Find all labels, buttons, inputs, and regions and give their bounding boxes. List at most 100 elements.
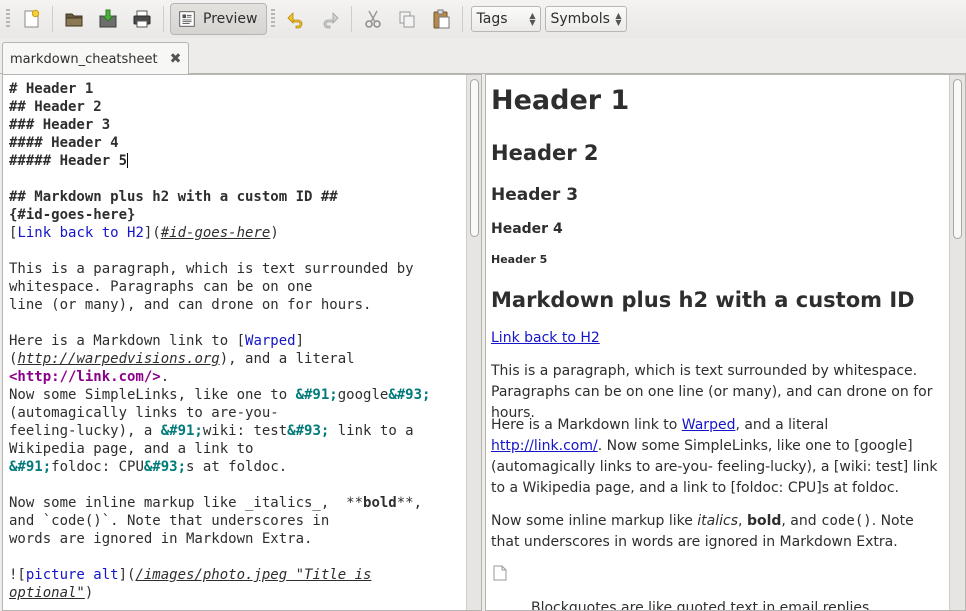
text: , and a literal [735,417,829,433]
new-file-icon [24,9,40,28]
text-caret [127,153,129,168]
code-line: ), and a literal [219,351,355,367]
html-preview-pane: Header 1 Header 2 Header 3 Header 4 Head… [485,74,966,611]
toolbar-grip[interactable] [270,9,275,29]
code-line: ### Header 3 [9,117,111,133]
preview-blockquote: Blockquotes are like quoted text in emai… [531,600,870,611]
code-link-url: #id-goes-here [160,225,271,241]
code-link-text: Warped [245,333,296,349]
save-button[interactable] [91,2,125,36]
code-entity: &#91; [160,423,203,439]
code-literal-link: <http://link.com/> [9,369,161,385]
inline-code: code() [821,513,872,529]
paste-button[interactable] [424,2,458,36]
code-line: wiki: test [202,423,288,439]
code-line: (automagically links to are-you- [9,405,279,421]
code-entity: &#93; [388,387,431,403]
preview-h2: Header 2 [491,141,599,165]
code-link-url: http://warpedvisions.org [17,351,220,367]
code-punct: ) [84,585,94,601]
code-entity: &#93; [143,459,187,475]
preview-h1: Header 1 [491,85,630,116]
code-punct: ) [270,225,279,241]
broken-image-icon [493,565,507,581]
code-line: # Header 1 [9,81,94,97]
cut-button[interactable] [356,2,390,36]
preview-h3: Header 3 [491,185,579,205]
code-line: ## Markdown plus h2 with a custom ID ## [9,189,338,205]
code-line: Now some inline markup like _italics_, *… [9,495,364,511]
text: Now some inline markup like [491,513,698,529]
toolbar-separator [461,6,463,32]
toolbar-separator [350,6,352,32]
code-line: and `code()`. Note that underscores in [9,513,330,529]
code-line: words are ignored in Markdown Extra. [9,531,313,547]
document-preview-icon [179,11,195,27]
code-link-text: Link back to H2 [17,225,144,241]
spin-arrows-icon: ▲ ▼ [615,11,622,27]
undo-button[interactable] [279,2,313,36]
symbols-dropdown-label: Symbols [550,11,610,27]
scissors-icon [364,10,381,28]
preview-h5: Header 5 [491,253,548,266]
preview-h4: Header 4 [491,221,563,237]
symbols-dropdown[interactable]: Symbols ▲ ▼ [544,6,627,32]
text: , [738,513,747,529]
document-tab-bar: markdown_cheatsheet ✖ [0,38,966,75]
code-punct: ]( [143,225,161,241]
close-tab-icon[interactable]: ✖ [170,51,182,67]
literal-link[interactable]: http://link.com/ [491,438,598,454]
preview-scrollbar-thumb[interactable] [953,79,962,239]
back-to-h2-link[interactable]: Link back to H2 [491,330,600,346]
undo-icon [286,12,302,29]
copy-button[interactable] [390,2,424,36]
preview-toggle-button[interactable]: Preview [170,3,267,35]
clipboard-paste-icon [433,9,449,29]
new-file-button[interactable] [14,2,48,36]
code-line: **, [396,495,423,511]
tags-dropdown-label: Tags [476,11,508,27]
spin-arrows-icon: ▲ ▼ [529,11,536,27]
code-entity: &#91; [295,387,338,403]
preview-label: Preview [203,11,258,27]
preview-inline-paragraph: Now some inline markup like italics, bol… [491,511,938,553]
code-line: ## Header 2 [9,99,102,115]
code-line: whitespace. Paragraphs can be on one [9,279,313,295]
code-line: s at foldoc. [186,459,288,475]
code-punct: ]( [118,567,136,583]
editor-scrollbar[interactable] [466,75,481,610]
code-line: google [337,387,389,403]
text: Here is a Markdown link to [491,417,682,433]
redo-button[interactable] [313,2,347,36]
toolbar: Preview Tags ▲ ▼ Symbols ▲ ▼ [0,0,966,38]
tab-markdown-cheatsheet[interactable]: markdown_cheatsheet ✖ [2,42,189,75]
save-download-icon [99,9,117,28]
code-line: line (or many), and can drone on for hou… [9,297,372,313]
code-link-url: optional" [9,585,85,601]
code-entity: &#91; [9,459,52,475]
italic-text: italics [697,513,739,529]
code-line: foldoc: CPU [51,459,144,475]
copy-icon [399,11,414,28]
editor-scrollbar-thumb[interactable] [470,79,479,237]
warped-link[interactable]: Warped [682,417,736,433]
code-line: link to a [329,423,414,439]
code-line: ##### Header 5 [9,153,128,169]
redo-icon [323,12,339,29]
code-punct: ] [295,333,305,349]
toolbar-grip[interactable] [6,9,10,29]
tags-dropdown[interactable]: Tags ▲ ▼ [470,6,541,32]
code-line: This is a paragraph, which is text surro… [9,261,414,277]
print-button[interactable] [125,2,159,36]
code-link-url: /images/photo.jpeg "Title is [135,567,372,583]
editor-text[interactable]: # Header 1 ## Header 2 ### Header 3 ####… [9,80,464,602]
preview-links-paragraph: Here is a Markdown link to Warped, and a… [491,415,938,499]
markdown-editor[interactable]: # Header 1 ## Header 2 ### Header 3 ####… [2,74,482,611]
folder-open-icon [65,13,83,27]
bold-text: bold [746,513,782,529]
preview-scrollbar[interactable] [949,75,965,610]
open-file-button[interactable] [57,2,91,36]
code-line: feeling-lucky), a [9,423,161,439]
code-punct: ![ [9,567,26,583]
tab-label: markdown_cheatsheet [10,51,158,67]
